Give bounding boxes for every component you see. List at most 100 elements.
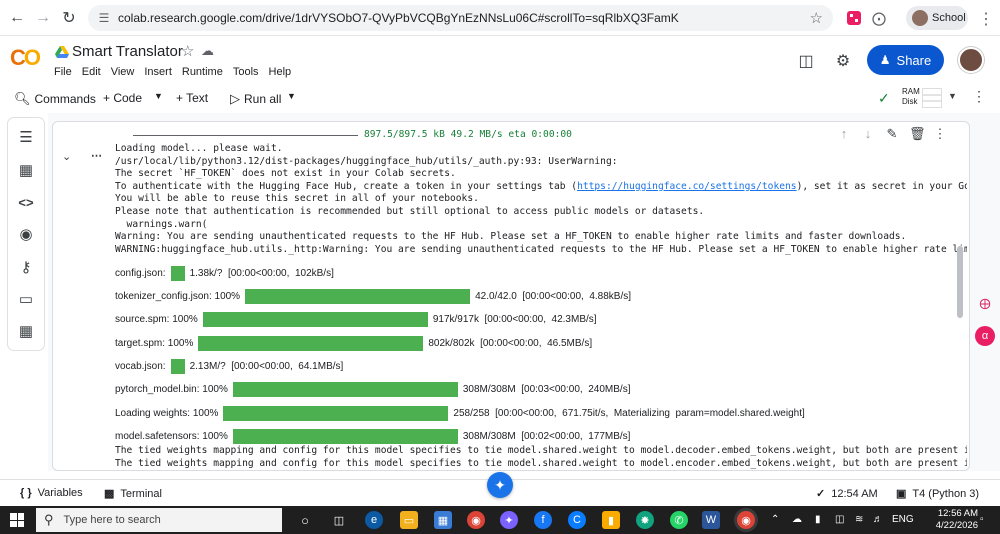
edge-icon[interactable]: e — [365, 511, 383, 529]
copilot-icon[interactable]: ✦ — [500, 511, 518, 529]
runtime-status[interactable]: ▣ T4 (Python 3) — [896, 487, 979, 501]
output-actions-icon[interactable]: ⋯ — [91, 149, 102, 162]
download-progress-row: model.safetensors: 100% 308M/308M [00:02<… — [115, 429, 630, 444]
data-table-icon[interactable]: ▦ — [17, 322, 35, 340]
collapse-chevron-icon[interactable]: ⌄ — [62, 150, 71, 163]
notification-icon[interactable]: ▫ — [980, 514, 984, 525]
profile-picture — [912, 10, 928, 26]
download-progress-row: tokenizer_config.json: 100% 42.0/42.0 [00… — [115, 289, 631, 304]
settings-gear-icon[interactable]: ⚙ — [833, 51, 853, 71]
code-snippets-icon[interactable]: <> — [17, 193, 35, 211]
notebook-title[interactable]: Smart Translator — [72, 43, 183, 60]
battery-icon[interactable]: ▮ — [815, 514, 821, 525]
commands-button[interactable]: 🔍︎ Commands — [14, 91, 96, 107]
toolbar-more-icon[interactable]: ⋮ — [972, 88, 986, 105]
system-clock[interactable]: 12:56 AM 4/22/2026 — [918, 508, 978, 532]
file-explorer-icon[interactable]: ▭ — [400, 511, 418, 529]
share-button[interactable]: ♟ Share — [867, 45, 944, 75]
chrome-icon[interactable]: ◉ — [467, 511, 485, 529]
terminal-label: Terminal — [120, 487, 162, 500]
notebook-area: ⌄ ⋯ ↑ ↓ ✎ 🗑︎ ⋮ 897.5/897.5 kB 49.2 MB/s … — [48, 113, 1000, 471]
commands-label: Commands — [34, 92, 96, 106]
browser-menu-icon[interactable]: ⋮ — [978, 9, 994, 29]
files-folder-icon[interactable]: ▭ — [17, 290, 35, 308]
menu-view[interactable]: View — [111, 66, 135, 78]
share-label: Share — [896, 52, 932, 68]
wifi-icon[interactable]: ≋ — [855, 514, 863, 525]
extension-icon[interactable] — [845, 9, 863, 27]
task-view-icon[interactable]: ◫ — [330, 511, 348, 529]
secrets-key-icon[interactable]: ⚷ — [17, 258, 35, 276]
resource-labels: RAM Disk — [902, 87, 920, 107]
output-line: Please note that authentication is recom… — [115, 206, 705, 217]
code-cell[interactable]: ⌄ ⋯ ↑ ↓ ✎ 🗑︎ ⋮ 897.5/897.5 kB 49.2 MB/s … — [52, 121, 970, 471]
reload-icon[interactable]: ↻ — [56, 5, 82, 31]
colab-header: CO Smart Translator ☆ ☁ File Edit View I… — [0, 37, 1000, 83]
output-line: The tied weights mapping and config for … — [115, 457, 967, 469]
runtime-dropdown-chevron-icon[interactable]: ▼ — [948, 91, 957, 101]
variables-eye-icon[interactable]: ◉ — [17, 225, 35, 243]
find-icon[interactable]: ▦ — [17, 161, 35, 179]
variables-button[interactable]: { } Variables — [20, 487, 83, 499]
disk-label: Disk — [902, 97, 918, 106]
comments-icon[interactable]: ◫ — [796, 51, 816, 71]
chrome-active-icon[interactable]: ◉ — [737, 511, 755, 529]
resource-monitor[interactable]: ✓ RAM Disk — [878, 86, 948, 110]
word-icon[interactable]: W — [702, 511, 720, 529]
forward-arrow-icon[interactable]: → — [30, 5, 56, 31]
progress-label: tokenizer_config.json: 100% — [115, 291, 241, 302]
whatsapp-icon[interactable]: ✆ — [670, 511, 688, 529]
menu-help[interactable]: Help — [269, 66, 292, 78]
cell-gutter: ⌄ ⋯ — [53, 122, 113, 472]
user-avatar[interactable] — [958, 47, 984, 73]
address-bar[interactable]: ☰ colab.research.google.com/drive/1drVYS… — [88, 5, 833, 31]
clock-date: 4/22/2026 — [935, 520, 978, 531]
add-text-button[interactable]: + Text — [176, 91, 208, 105]
cortana-circle-icon[interactable]: ○ — [296, 511, 314, 529]
volume-icon[interactable]: ♬ — [873, 514, 883, 525]
progress-fill — [170, 359, 185, 374]
table-of-contents-icon[interactable]: ☰ — [17, 128, 35, 146]
download-progress-row: Loading weights: 100% 258/258 [00:00<00:0… — [115, 406, 805, 421]
back-arrow-icon[interactable]: ← — [4, 5, 30, 31]
browser-c-icon[interactable]: C — [568, 511, 586, 529]
output-scrollbar[interactable] — [957, 246, 963, 318]
chatgpt-icon[interactable]: ✸ — [636, 511, 654, 529]
menu-tools[interactable]: Tools — [233, 66, 259, 78]
power-bi-icon[interactable]: ▮ — [602, 511, 620, 529]
language-indicator[interactable]: ENG — [892, 514, 914, 525]
extensions-puzzle-icon[interactable]: ⨀ — [870, 9, 888, 27]
network-icon[interactable]: ◫ — [835, 514, 844, 525]
cloud-tray-icon[interactable]: ☁ — [792, 514, 802, 525]
terminal-button[interactable]: ▩ Terminal — [104, 487, 162, 501]
add-code-button[interactable]: + Code — [103, 91, 142, 105]
tray-chevron-up-icon[interactable]: ⌃ — [771, 514, 779, 525]
star-icon[interactable]: ☆ — [181, 42, 194, 60]
colab-logo[interactable]: CO — [10, 45, 44, 71]
menu-edit[interactable]: Edit — [82, 66, 101, 78]
bookmark-star-icon[interactable]: ☆ — [810, 9, 823, 27]
run-all-dropdown-chevron-icon[interactable]: ▼ — [287, 91, 296, 101]
taskbar-search[interactable]: ⚲ Type here to search — [36, 508, 282, 532]
translate-addon-icon[interactable]: α — [975, 326, 995, 346]
progress-label: pytorch_model.bin: 100% — [115, 384, 228, 395]
run-all-label: Run all — [244, 92, 282, 106]
run-all-button[interactable]: ▷ Run all — [230, 91, 281, 107]
code-dropdown-chevron-icon[interactable]: ▼ — [154, 91, 163, 101]
execution-status[interactable]: ✓ 12:54 AM — [816, 487, 878, 501]
connected-check-icon: ✓ — [878, 90, 890, 106]
gemini-sparkle-button[interactable]: ✦ — [487, 472, 513, 498]
menu-insert[interactable]: Insert — [144, 66, 172, 78]
progress-status: 802k/802k [00:00<00:00, 46.5MB/s] — [428, 338, 593, 349]
site-info-icon[interactable]: ☰ — [96, 10, 112, 26]
profile-chip[interactable]: School — [906, 6, 968, 30]
side-addon-grid-icon[interactable]: ⨁ — [975, 293, 995, 313]
menu-runtime[interactable]: Runtime — [182, 66, 223, 78]
token-settings-link[interactable]: https://huggingface.co/settings/tokens — [577, 181, 797, 192]
facebook-icon[interactable]: f — [534, 511, 552, 529]
windows-start-icon[interactable] — [10, 513, 24, 527]
download-progress-row: source.spm: 100% 917k/917k [00:00<00:00, … — [115, 312, 597, 327]
store-icon[interactable]: ▦ — [434, 511, 452, 529]
menu-file[interactable]: File — [54, 66, 72, 78]
url-text: colab.research.google.com/drive/1drVYSOb… — [118, 11, 679, 25]
